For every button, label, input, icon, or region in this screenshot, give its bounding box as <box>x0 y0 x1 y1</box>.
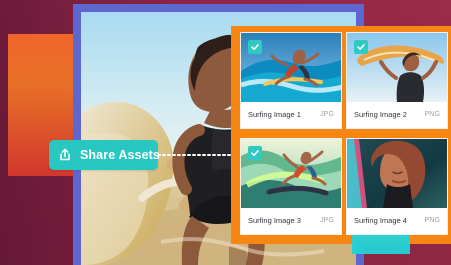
share-assets-label: Share Assets <box>80 148 160 162</box>
asset-format: PNG <box>424 217 440 224</box>
asset-format: JPG <box>320 111 334 118</box>
check-icon <box>357 44 365 50</box>
asset-caption: Surfing Image 4 PNG <box>354 216 440 225</box>
asset-caption: Surfing Image 3 JPG <box>248 216 334 225</box>
share-connector-line <box>158 154 236 156</box>
asset-name: Surfing Image 1 <box>248 110 301 119</box>
asset-name: Surfing Image 2 <box>354 110 407 119</box>
asset-card[interactable]: Surfing Image 1 JPG <box>240 32 342 129</box>
selected-checkbox[interactable] <box>248 40 262 54</box>
selected-checkbox[interactable] <box>248 146 262 160</box>
share-icon <box>58 148 72 162</box>
check-icon <box>251 150 259 156</box>
asset-thumbnail <box>347 139 447 208</box>
asset-card[interactable]: Surfing Image 3 JPG <box>240 138 342 235</box>
asset-name: Surfing Image 4 <box>354 216 407 225</box>
asset-format: JPG <box>320 217 334 224</box>
asset-caption: Surfing Image 2 PNG <box>354 110 440 119</box>
check-icon <box>251 44 259 50</box>
dotted-line-icon <box>158 154 236 156</box>
asset-format: PNG <box>424 111 440 118</box>
asset-card[interactable]: Surfing Image 2 PNG <box>346 32 448 129</box>
asset-caption: Surfing Image 1 JPG <box>248 110 334 119</box>
asset-name: Surfing Image 3 <box>248 216 301 225</box>
share-assets-button[interactable]: Share Assets <box>49 140 160 170</box>
asset-card[interactable]: Surfing Image 4 PNG <box>346 138 448 235</box>
selected-checkbox[interactable] <box>354 40 368 54</box>
portrait-photo-icon <box>347 139 447 208</box>
